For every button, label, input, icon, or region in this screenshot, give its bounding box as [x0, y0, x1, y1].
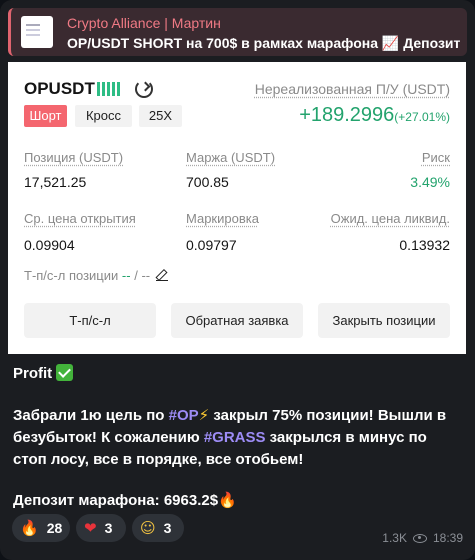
signal-bars-icon [97, 82, 120, 96]
reaction-count: 3 [104, 520, 113, 536]
message-text-part: Забрали 1ю цель по [13, 407, 169, 424]
size-value: 17,521.25 [24, 174, 87, 190]
message-bubble: Crypto Alliance | Мартин OP/USDT SHORT н… [0, 0, 475, 560]
leverage-badge: 25X [139, 105, 182, 127]
hashtag-grass[interactable]: #GRASS [204, 429, 266, 446]
eye-icon [412, 533, 427, 543]
deposit-text: Депозит марафона: 6963.2$ [13, 492, 219, 509]
position-screenshot[interactable]: OPUSDT Шорт Кросс 25X Нереализованная П/… [8, 62, 466, 354]
sl-value: -- [141, 268, 151, 283]
message-time: 18:39 [432, 531, 463, 545]
edit-pencil-icon[interactable] [155, 269, 168, 281]
pnl-value: +189.2996(+27.01%) [299, 104, 450, 127]
hashtag-op[interactable]: #OP [169, 407, 199, 424]
entry-price-value: 0.09904 [24, 237, 75, 253]
reaction-heart[interactable]: ❤ 3 [76, 514, 126, 542]
risk-label: Риск [421, 150, 450, 165]
liq-price-value: 0.13932 [399, 237, 450, 253]
heart-emoji-icon: ❤ [84, 519, 97, 537]
check-mark-icon [56, 364, 74, 381]
money-face-emoji-icon: ☺ [140, 519, 156, 537]
tpsl-row[interactable]: Т-п/с-л позиции -- / -- [24, 268, 168, 283]
tpsl-button[interactable]: Т-п/с-л [24, 303, 156, 338]
reverse-order-button[interactable]: Обратная заявка [171, 303, 303, 338]
pnl-amount: +189.2996 [299, 104, 395, 126]
view-count: 1.3K [382, 531, 407, 545]
mark-price-value: 0.09797 [186, 237, 237, 253]
message-heading-line: Profit [13, 363, 463, 385]
message-body: Забрали 1ю цель по #OP⚡ закрыл 75% позиц… [13, 404, 463, 471]
reply-text: OP/USDT SHORT на 700$ в рамках марафона … [67, 35, 465, 51]
side-badge: Шорт [24, 105, 67, 127]
entry-price-label: Ср. цена открытия [24, 211, 136, 226]
message-meta: 1.3K 18:39 [382, 531, 463, 545]
reaction-count: 3 [163, 520, 172, 536]
fire-icon: 🔥 [218, 491, 237, 509]
reply-author: Crypto Alliance | Мартин [67, 15, 221, 31]
size-label: Позиция (USDT) [24, 150, 124, 165]
close-position-button[interactable]: Закрыть позиции [318, 303, 450, 338]
margin-value: 700.85 [186, 174, 229, 190]
tp-value: -- [121, 268, 131, 283]
symbol: OPUSDT [24, 79, 95, 98]
pnl-label: Нереализованная П/У (USDT) [254, 81, 450, 97]
reaction-fire[interactable]: 🔥 28 [12, 514, 70, 542]
refresh-icon [135, 80, 153, 98]
reaction-count: 28 [46, 520, 63, 536]
tpsl-label: Т-п/с-л позиции [24, 268, 119, 283]
lightning-icon: ⚡ [198, 406, 210, 424]
message-heading: Profit [13, 365, 53, 382]
reaction-money-face[interactable]: ☺ 3 [132, 514, 184, 542]
risk-value: 3.49% [410, 174, 450, 190]
margin-mode-badge: Кросс [75, 105, 132, 127]
reply-preview[interactable]: Crypto Alliance | Мартин OP/USDT SHORT н… [8, 8, 467, 56]
pnl-percent: (+27.01%) [394, 110, 450, 124]
mark-price-label: Маркировка [186, 211, 259, 226]
fire-emoji-icon: 🔥 [20, 519, 39, 537]
deposit-line: Депозит марафона: 6963.2$🔥 [13, 489, 463, 512]
tpsl-separator: / [134, 268, 138, 283]
reply-thumbnail [21, 16, 53, 48]
liq-price-label: Ожид. цена ликвид. [330, 211, 450, 226]
margin-label: Маржа (USDT) [186, 150, 276, 165]
